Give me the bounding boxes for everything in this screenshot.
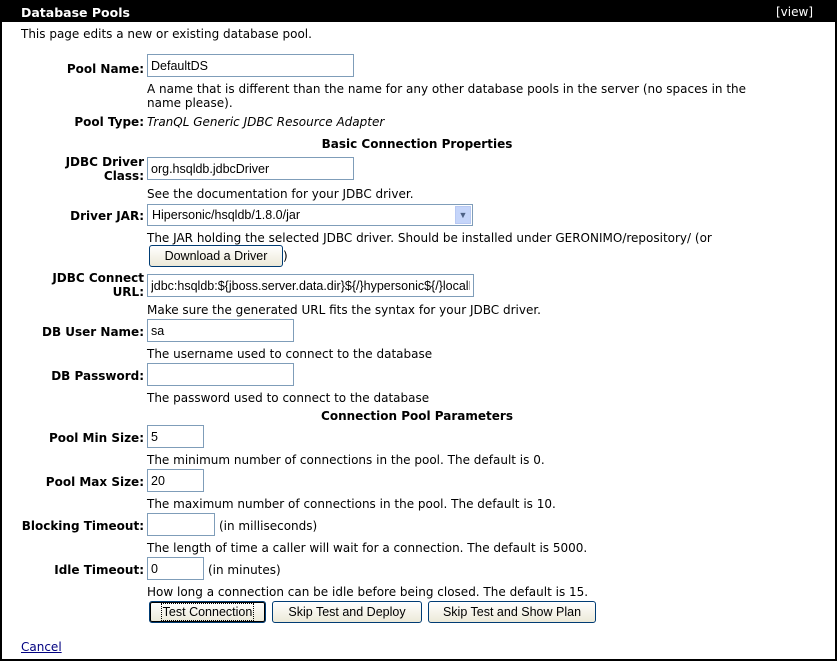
driver-class-label-line2: Class:: [103, 169, 144, 183]
connect-url-label-line2: URL:: [112, 285, 144, 299]
idle-timeout-desc: How long a connection can be idle before…: [147, 585, 589, 599]
idle-timeout-label: Idle Timeout:: [54, 563, 144, 577]
idle-timeout-input[interactable]: [147, 557, 204, 580]
pool-min-desc: The minimum number of connections in the…: [147, 453, 545, 467]
driver-class-input[interactable]: [147, 157, 354, 180]
driver-jar-selected-value: Hipersonic/hsqldb/1.8.0/jar: [152, 208, 300, 222]
download-close-paren: ): [283, 249, 288, 263]
download-driver-button[interactable]: Download a Driver: [149, 245, 283, 267]
skip-test-deploy-button[interactable]: Skip Test and Deploy: [272, 601, 422, 623]
pool-type-label: Pool Type:: [74, 115, 144, 129]
blocking-timeout-unit: (in milliseconds): [219, 519, 318, 533]
db-password-label: DB Password:: [51, 369, 144, 383]
pool-name-desc-line1: A name that is different than the name f…: [147, 82, 747, 96]
driver-class-label-line1: JDBC Driver: [65, 155, 144, 169]
driver-class-desc: See the documentation for your JDBC driv…: [147, 187, 414, 201]
skip-test-show-plan-label: Skip Test and Show Plan: [442, 605, 582, 619]
driver-jar-label: Driver JAR:: [70, 209, 144, 223]
skip-test-show-plan-button[interactable]: Skip Test and Show Plan: [428, 601, 596, 623]
pool-name-desc-line2: name please).: [147, 96, 233, 110]
pool-min-label: Pool Min Size:: [48, 431, 144, 445]
db-password-desc: The password used to connect to the data…: [147, 391, 430, 405]
blocking-timeout-desc: The length of time a caller will wait fo…: [147, 541, 588, 555]
db-password-input[interactable]: [147, 363, 294, 386]
portlet-title-bar: Database Pools [view]: [2, 2, 835, 22]
blocking-timeout-label: Blocking Timeout:: [21, 519, 144, 533]
pool-min-input[interactable]: [147, 425, 204, 448]
connect-url-label-line1: JDBC Connect: [52, 271, 144, 285]
pool-name-label: Pool Name:: [66, 62, 144, 76]
database-pools-portlet: Database Pools [view] This page edits a …: [0, 0, 837, 661]
skip-test-deploy-label: Skip Test and Deploy: [288, 605, 406, 619]
connect-url-desc: Make sure the generated URL fits the syn…: [147, 303, 541, 317]
pool-max-label: Pool Max Size:: [45, 475, 144, 489]
driver-jar-select[interactable]: Hipersonic/hsqldb/1.8.0/jar ▼: [147, 204, 473, 226]
portlet-title: Database Pools: [21, 5, 130, 20]
test-connection-label: Test Connection: [160, 603, 255, 621]
db-user-desc: The username used to connect to the data…: [147, 347, 433, 361]
idle-timeout-unit: (in minutes): [208, 563, 281, 577]
db-user-input[interactable]: [147, 319, 294, 342]
download-driver-label: Download a Driver: [164, 249, 268, 263]
pool-name-input[interactable]: [147, 54, 354, 77]
pool-type-value: TranQL Generic JDBC Resource Adapter: [147, 115, 385, 129]
blocking-timeout-input[interactable]: [147, 513, 215, 536]
view-link[interactable]: [view]: [776, 5, 813, 19]
db-user-label: DB User Name:: [42, 325, 144, 339]
chevron-down-icon[interactable]: ▼: [455, 206, 471, 224]
test-connection-button[interactable]: Test Connection: [149, 601, 266, 623]
connect-url-input[interactable]: [147, 274, 474, 297]
pool-max-input[interactable]: [147, 469, 204, 492]
cancel-link[interactable]: Cancel: [21, 640, 62, 654]
basic-connection-heading: Basic Connection Properties: [321, 137, 513, 151]
driver-jar-desc: The JAR holding the selected JDBC driver…: [147, 231, 712, 245]
pool-params-heading: Connection Pool Parameters: [321, 409, 513, 423]
pool-max-desc: The maximum number of connections in the…: [147, 497, 556, 511]
intro-text: This page edits a new or existing databa…: [21, 27, 312, 41]
